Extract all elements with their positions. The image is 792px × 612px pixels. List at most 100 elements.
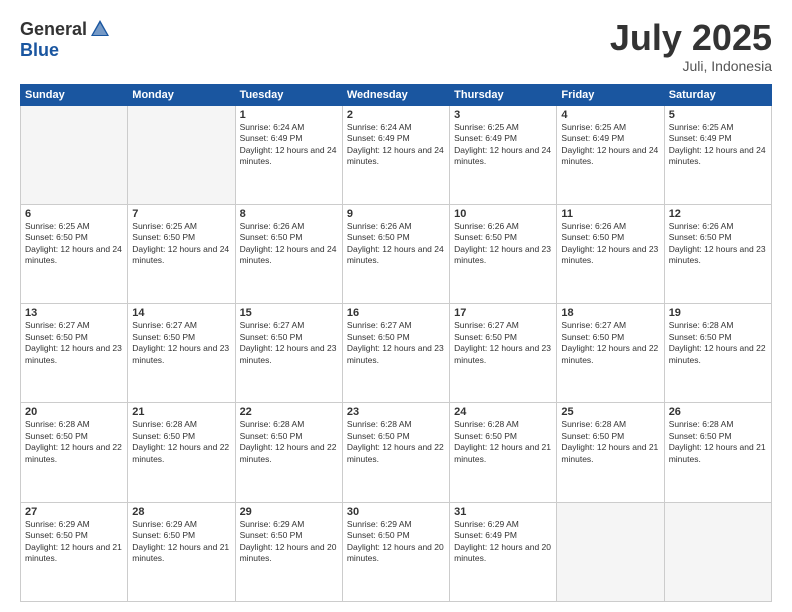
day-number: 15 — [240, 307, 338, 319]
day-number: 31 — [454, 506, 552, 518]
day-number: 2 — [347, 109, 445, 121]
logo: General Blue — [20, 18, 111, 61]
header: General Blue July 2025 Juli, Indonesia — [20, 18, 772, 74]
location-subtitle: Juli, Indonesia — [610, 58, 772, 74]
day-number: 17 — [454, 307, 552, 319]
table-row: 19Sunrise: 6:28 AMSunset: 6:50 PMDayligh… — [664, 304, 771, 403]
day-number: 3 — [454, 109, 552, 121]
table-row: 7Sunrise: 6:25 AMSunset: 6:50 PMDaylight… — [128, 204, 235, 303]
day-number: 11 — [561, 208, 659, 220]
day-info: Sunrise: 6:25 AMSunset: 6:49 PMDaylight:… — [561, 122, 658, 166]
col-saturday: Saturday — [664, 84, 771, 105]
table-row: 14Sunrise: 6:27 AMSunset: 6:50 PMDayligh… — [128, 304, 235, 403]
day-info: Sunrise: 6:28 AMSunset: 6:50 PMDaylight:… — [561, 419, 658, 463]
table-row: 15Sunrise: 6:27 AMSunset: 6:50 PMDayligh… — [235, 304, 342, 403]
day-info: Sunrise: 6:26 AMSunset: 6:50 PMDaylight:… — [669, 221, 766, 265]
day-info: Sunrise: 6:27 AMSunset: 6:50 PMDaylight:… — [240, 320, 337, 364]
day-info: Sunrise: 6:25 AMSunset: 6:49 PMDaylight:… — [454, 122, 551, 166]
calendar-week-row: 1 Sunrise: 6:24 AMSunset: 6:49 PMDaylight… — [21, 105, 772, 204]
table-row — [664, 502, 771, 601]
table-row: 11Sunrise: 6:26 AMSunset: 6:50 PMDayligh… — [557, 204, 664, 303]
table-row: 16Sunrise: 6:27 AMSunset: 6:50 PMDayligh… — [342, 304, 449, 403]
day-info: Sunrise: 6:27 AMSunset: 6:50 PMDaylight:… — [132, 320, 229, 364]
day-number: 22 — [240, 406, 338, 418]
calendar-week-row: 27 Sunrise: 6:29 AMSunset: 6:50 PMDayligh… — [21, 502, 772, 601]
calendar-week-row: 20Sunrise: 6:28 AMSunset: 6:50 PMDayligh… — [21, 403, 772, 502]
day-number: 4 — [561, 109, 659, 121]
table-row — [128, 105, 235, 204]
day-number: 27 — [25, 506, 123, 518]
day-info: Sunrise: 6:25 AMSunset: 6:50 PMDaylight:… — [132, 221, 229, 265]
day-number: 13 — [25, 307, 123, 319]
table-row: 28Sunrise: 6:29 AMSunset: 6:50 PMDayligh… — [128, 502, 235, 601]
day-info: Sunrise: 6:28 AMSunset: 6:50 PMDaylight:… — [669, 419, 766, 463]
table-row: 13Sunrise: 6:27 AMSunset: 6:50 PMDayligh… — [21, 304, 128, 403]
day-number: 12 — [669, 208, 767, 220]
day-info: Sunrise: 6:27 AMSunset: 6:50 PMDaylight:… — [454, 320, 551, 364]
day-number: 18 — [561, 307, 659, 319]
day-info: Sunrise: 6:24 AMSunset: 6:49 PMDaylight:… — [347, 122, 444, 166]
logo-general-text: General — [20, 19, 87, 40]
day-info: Sunrise: 6:26 AMSunset: 6:50 PMDaylight:… — [454, 221, 551, 265]
day-info: Sunrise: 6:25 AMSunset: 6:49 PMDaylight:… — [669, 122, 766, 166]
col-sunday: Sunday — [21, 84, 128, 105]
table-row: 31Sunrise: 6:29 AMSunset: 6:49 PMDayligh… — [450, 502, 557, 601]
table-row — [557, 502, 664, 601]
table-row: 2Sunrise: 6:24 AMSunset: 6:49 PMDaylight… — [342, 105, 449, 204]
day-number: 29 — [240, 506, 338, 518]
day-number: 9 — [347, 208, 445, 220]
day-info: Sunrise: 6:27 AMSunset: 6:50 PMDaylight:… — [347, 320, 444, 364]
day-number: 7 — [132, 208, 230, 220]
table-row: 29Sunrise: 6:29 AMSunset: 6:50 PMDayligh… — [235, 502, 342, 601]
table-row: 22Sunrise: 6:28 AMSunset: 6:50 PMDayligh… — [235, 403, 342, 502]
day-info: Sunrise: 6:28 AMSunset: 6:50 PMDaylight:… — [132, 419, 229, 463]
table-row: 17Sunrise: 6:27 AMSunset: 6:50 PMDayligh… — [450, 304, 557, 403]
calendar-header-row: Sunday Monday Tuesday Wednesday Thursday… — [21, 84, 772, 105]
day-number: 24 — [454, 406, 552, 418]
col-wednesday: Wednesday — [342, 84, 449, 105]
table-row: 6Sunrise: 6:25 AMSunset: 6:50 PMDaylight… — [21, 204, 128, 303]
day-number: 6 — [25, 208, 123, 220]
day-info: Sunrise: 6:26 AMSunset: 6:50 PMDaylight:… — [561, 221, 658, 265]
day-number: 20 — [25, 406, 123, 418]
day-info: Sunrise: 6:28 AMSunset: 6:50 PMDaylight:… — [25, 419, 122, 463]
table-row: 30Sunrise: 6:29 AMSunset: 6:50 PMDayligh… — [342, 502, 449, 601]
day-info: Sunrise: 6:27 AMSunset: 6:50 PMDaylight:… — [561, 320, 658, 364]
day-number: 25 — [561, 406, 659, 418]
table-row: 8Sunrise: 6:26 AMSunset: 6:50 PMDaylight… — [235, 204, 342, 303]
title-block: July 2025 Juli, Indonesia — [610, 18, 772, 74]
table-row: 1Sunrise: 6:24 AMSunset: 6:49 PMDaylight… — [235, 105, 342, 204]
table-row: 21Sunrise: 6:28 AMSunset: 6:50 PMDayligh… — [128, 403, 235, 502]
day-info: Sunrise: 6:29 AMSunset: 6:50 PMDaylight:… — [347, 519, 444, 563]
page: General Blue July 2025 Juli, Indonesia S… — [0, 0, 792, 612]
col-friday: Friday — [557, 84, 664, 105]
day-number: 23 — [347, 406, 445, 418]
day-number: 5 — [669, 109, 767, 121]
day-number: 28 — [132, 506, 230, 518]
col-tuesday: Tuesday — [235, 84, 342, 105]
table-row: 3Sunrise: 6:25 AMSunset: 6:49 PMDaylight… — [450, 105, 557, 204]
table-row: 12Sunrise: 6:26 AMSunset: 6:50 PMDayligh… — [664, 204, 771, 303]
table-row: 5Sunrise: 6:25 AMSunset: 6:49 PMDaylight… — [664, 105, 771, 204]
day-number: 26 — [669, 406, 767, 418]
day-number: 21 — [132, 406, 230, 418]
col-thursday: Thursday — [450, 84, 557, 105]
day-number: 10 — [454, 208, 552, 220]
table-row: 9Sunrise: 6:26 AMSunset: 6:50 PMDaylight… — [342, 204, 449, 303]
logo-icon — [89, 18, 111, 40]
day-number: 1 — [240, 109, 338, 121]
month-title: July 2025 — [610, 18, 772, 58]
table-row: 23Sunrise: 6:28 AMSunset: 6:50 PMDayligh… — [342, 403, 449, 502]
table-row: 26Sunrise: 6:28 AMSunset: 6:50 PMDayligh… — [664, 403, 771, 502]
day-number: 16 — [347, 307, 445, 319]
table-row: 18Sunrise: 6:27 AMSunset: 6:50 PMDayligh… — [557, 304, 664, 403]
logo-blue-text: Blue — [20, 40, 59, 60]
day-info: Sunrise: 6:25 AMSunset: 6:50 PMDaylight:… — [25, 221, 122, 265]
table-row: 27Sunrise: 6:29 AMSunset: 6:50 PMDayligh… — [21, 502, 128, 601]
day-number: 30 — [347, 506, 445, 518]
day-info: Sunrise: 6:28 AMSunset: 6:50 PMDaylight:… — [669, 320, 766, 364]
day-info: Sunrise: 6:28 AMSunset: 6:50 PMDaylight:… — [454, 419, 551, 463]
table-row — [21, 105, 128, 204]
table-row: 10Sunrise: 6:26 AMSunset: 6:50 PMDayligh… — [450, 204, 557, 303]
day-info: Sunrise: 6:28 AMSunset: 6:50 PMDaylight:… — [240, 419, 337, 463]
